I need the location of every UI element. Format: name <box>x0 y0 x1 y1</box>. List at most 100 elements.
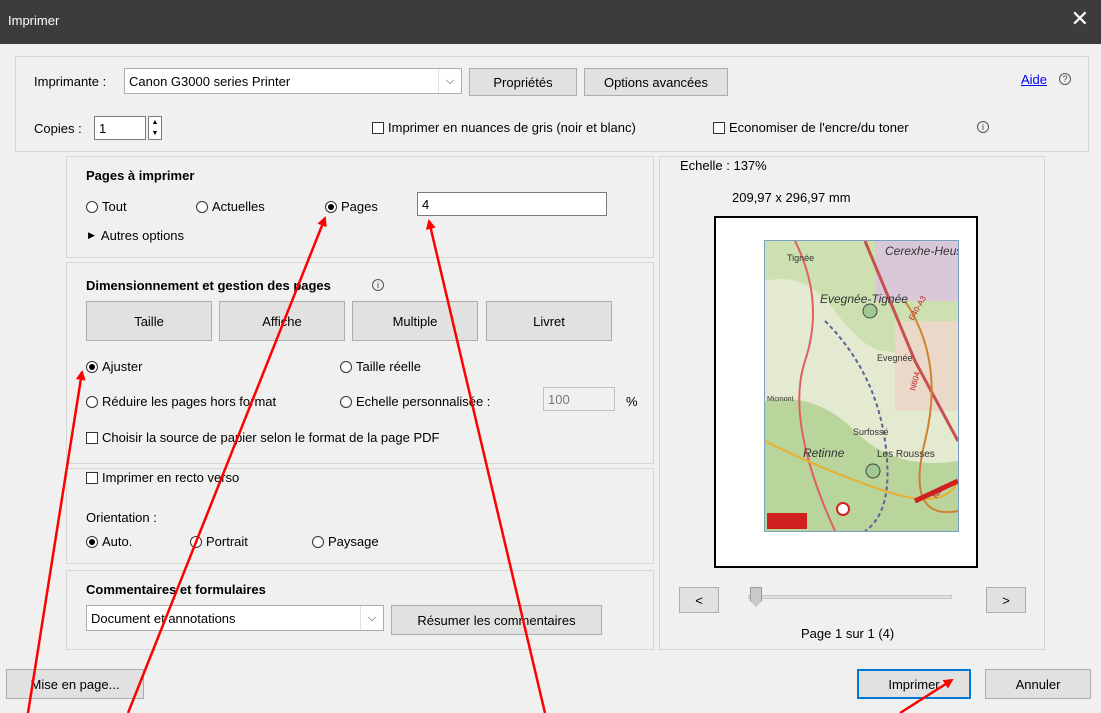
radio-fit-dot[interactable] <box>86 360 98 373</box>
help-link[interactable]: Aide <box>1021 72 1047 87</box>
map-label: Evegnée-Tignée <box>820 292 908 306</box>
radio-fit[interactable]: Ajuster <box>86 359 142 374</box>
duplex-checkbox[interactable]: Imprimer en recto verso <box>86 470 239 485</box>
chevron-down-icon: ⌵ <box>438 69 461 93</box>
duplex-label: Imprimer en recto verso <box>102 470 240 485</box>
map-label: Cerexhe-Heuseux <box>885 244 958 258</box>
radio-landscape-dot[interactable] <box>312 535 324 548</box>
radio-actual-size-dot[interactable] <box>340 360 352 373</box>
close-icon[interactable]: ✕ <box>1071 8 1089 30</box>
pages-range-value: 4 <box>422 196 430 212</box>
radio-current-dot[interactable] <box>196 200 208 213</box>
chevron-down-icon: ⌵ <box>360 606 383 630</box>
orientation-label: Orientation : <box>86 510 157 525</box>
copies-value: 1 <box>99 120 107 136</box>
preview-dimensions: 209,97 x 296,97 mm <box>732 190 851 205</box>
radio-fit-label: Ajuster <box>102 359 143 374</box>
radio-shrink-dot[interactable] <box>86 395 98 408</box>
comments-select[interactable]: Document et annotations ⌵ <box>86 605 384 631</box>
custom-scale-value: 100 <box>548 391 570 407</box>
properties-button[interactable]: Propriétés <box>469 68 577 96</box>
map-label: Les Rousses <box>877 449 935 460</box>
paper-source-label: Choisir la source de papier selon le for… <box>102 430 440 445</box>
radio-custom-scale-label: Echelle personnalisée : <box>356 394 491 409</box>
more-options-label: Autres options <box>100 228 185 243</box>
map-image: Tignée Cerexhe-Heuseux Evegnée-Tignée Ev… <box>765 241 958 531</box>
map-thumbnail: Tignée Cerexhe-Heuseux Evegnée-Tignée Ev… <box>764 240 959 532</box>
copies-input[interactable]: 1 <box>94 116 146 140</box>
radio-custom-scale[interactable]: Echelle personnalisée : <box>340 394 490 409</box>
printer-select-value: Canon G3000 series Printer <box>129 73 291 89</box>
map-label: Evegnée <box>877 353 913 363</box>
radio-all[interactable]: Tout <box>86 199 127 214</box>
percent-label: % <box>626 394 638 409</box>
grayscale-label: Imprimer en nuances de gris (noir et bla… <box>388 120 636 135</box>
next-page-button[interactable]: > <box>986 587 1026 613</box>
duplex-checkbox-box[interactable] <box>86 471 98 484</box>
help-icon[interactable]: ? <box>1059 73 1071 85</box>
radio-auto-dot[interactable] <box>86 535 98 548</box>
pages-range-input[interactable]: 4 <box>417 192 607 216</box>
print-dialog: Imprimante : Canon G3000 series Printer … <box>0 44 1101 713</box>
custom-scale-input[interactable]: 100 <box>543 387 615 411</box>
comments-heading: Commentaires et formulaires <box>86 582 266 597</box>
save-ink-label: Economiser de l'encre/du toner <box>729 120 909 135</box>
page-info: Page 1 sur 1 (4) <box>801 626 895 641</box>
radio-portrait-label: Portrait <box>206 534 248 549</box>
radio-orientation-auto[interactable]: Auto. <box>86 534 132 549</box>
radio-shrink-label: Réduire les pages hors format <box>102 394 277 409</box>
map-label: Retinne <box>803 446 845 460</box>
print-button[interactable]: Imprimer <box>857 669 971 699</box>
cancel-button[interactable]: Annuler <box>985 669 1091 699</box>
sizing-info-icon[interactable]: i <box>372 279 384 291</box>
paper-source-checkbox-box[interactable] <box>86 431 98 444</box>
printer-label: Imprimante : <box>34 74 107 89</box>
radio-current-label: Actuelles <box>212 199 265 214</box>
map-label: Tignée <box>787 253 814 263</box>
preview-scale: Echelle : 137% <box>680 158 767 173</box>
radio-pages-dot[interactable] <box>325 200 337 213</box>
radio-portrait-dot[interactable] <box>190 535 202 548</box>
radio-actual-size[interactable]: Taille réelle <box>340 359 421 374</box>
radio-all-dot[interactable] <box>86 200 98 213</box>
map-label: Micmont <box>767 396 794 403</box>
radio-actual-size-label: Taille réelle <box>356 359 422 374</box>
size-tab-button[interactable]: Taille <box>86 301 212 341</box>
save-ink-checkbox-box[interactable] <box>713 121 725 134</box>
radio-auto-label: Auto. <box>102 534 133 549</box>
window-title: Imprimer <box>8 13 60 28</box>
pages-heading: Pages à imprimer <box>86 168 195 183</box>
grayscale-checkbox[interactable]: Imprimer en nuances de gris (noir et bla… <box>372 120 636 135</box>
multiple-tab-button[interactable]: Multiple <box>352 301 478 341</box>
summarize-comments-button[interactable]: Résumer les commentaires <box>391 605 602 635</box>
radio-pages-label: Pages <box>341 199 378 214</box>
radio-orientation-landscape[interactable]: Paysage <box>312 534 379 549</box>
grayscale-checkbox-box[interactable] <box>372 121 384 134</box>
comments-select-value: Document et annotations <box>91 610 236 626</box>
preview-page: Tignée Cerexhe-Heuseux Evegnée-Tignée Ev… <box>714 216 978 568</box>
page-slider-track[interactable] <box>748 595 952 599</box>
map-label: Surfossé <box>853 427 889 437</box>
triangle-right-icon: ▶ <box>88 230 95 240</box>
advanced-options-button[interactable]: Options avancées <box>584 68 728 96</box>
radio-current[interactable]: Actuelles <box>196 199 265 214</box>
printer-select[interactable]: Canon G3000 series Printer ⌵ <box>124 68 462 94</box>
booklet-tab-button[interactable]: Livret <box>486 301 612 341</box>
previous-page-button[interactable]: < <box>679 587 719 613</box>
radio-shrink[interactable]: Réduire les pages hors format <box>86 394 276 409</box>
title-bar: Imprimer ✕ <box>0 0 1101 44</box>
radio-custom-scale-dot[interactable] <box>340 395 352 408</box>
page-setup-button[interactable]: Mise en page... <box>6 669 144 699</box>
radio-all-label: Tout <box>102 199 127 214</box>
radio-orientation-portrait[interactable]: Portrait <box>190 534 248 549</box>
paper-source-checkbox[interactable]: Choisir la source de papier selon le for… <box>86 430 439 445</box>
copies-stepper[interactable]: ▲ ▼ <box>148 116 162 140</box>
copies-label: Copies : <box>34 121 82 136</box>
more-options-toggle[interactable]: ▶ Autres options <box>88 228 184 243</box>
radio-pages[interactable]: Pages <box>325 199 378 214</box>
poster-tab-button[interactable]: Affiche <box>219 301 345 341</box>
info-icon[interactable]: i <box>977 121 989 133</box>
save-ink-checkbox[interactable]: Economiser de l'encre/du toner <box>713 120 909 135</box>
sizing-heading: Dimensionnement et gestion des pages <box>86 278 331 293</box>
radio-landscape-label: Paysage <box>328 534 379 549</box>
